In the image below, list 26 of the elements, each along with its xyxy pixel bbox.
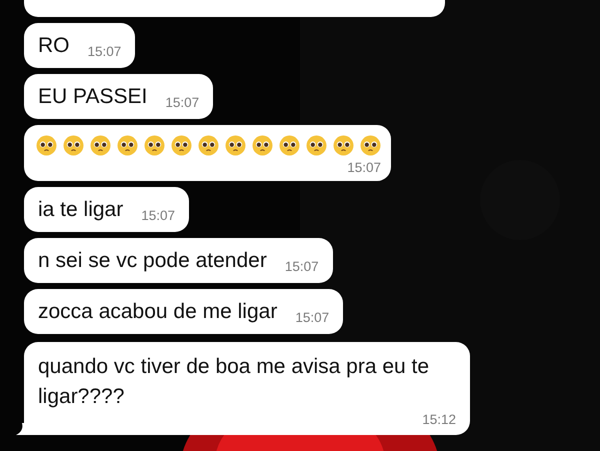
message-time: 15:07 — [347, 160, 381, 176]
pleading-emoji-icon — [360, 135, 381, 156]
pleading-emoji-icon — [252, 135, 273, 156]
pleading-emoji-icon — [117, 135, 138, 156]
message-time: 15:07 — [295, 310, 330, 326]
pleading-emoji-icon — [144, 135, 165, 156]
message-text: ia te ligar — [38, 197, 124, 223]
message-text: quando vc tiver de boa me avisa pra eu te ligar???? — [38, 354, 430, 410]
message-time: 15:07 — [165, 95, 200, 111]
pleading-emoji-icon — [171, 135, 192, 156]
pleading-emoji-icon — [306, 135, 327, 156]
message-time: 15:07 — [88, 44, 122, 60]
message-time: 15:07 — [284, 259, 319, 275]
pleading-emoji-icon — [333, 135, 354, 156]
pleading-emoji-icon — [279, 135, 300, 156]
message-time: 15:12 — [422, 412, 456, 428]
pleading-emoji-icon — [63, 135, 84, 156]
message-text: EU PASSEI — [38, 84, 148, 110]
pleading-emoji-icon — [225, 135, 246, 156]
pleading-emoji-icon — [90, 135, 111, 156]
pleading-emoji-icon — [198, 135, 219, 156]
message-text: RO — [38, 33, 70, 59]
message-text: n sei se vc pode atender — [38, 248, 267, 274]
message-time: 15:07 — [141, 208, 176, 224]
message-text: zocca acabou de me ligar — [38, 299, 278, 325]
pleading-emoji-icon — [36, 135, 57, 156]
